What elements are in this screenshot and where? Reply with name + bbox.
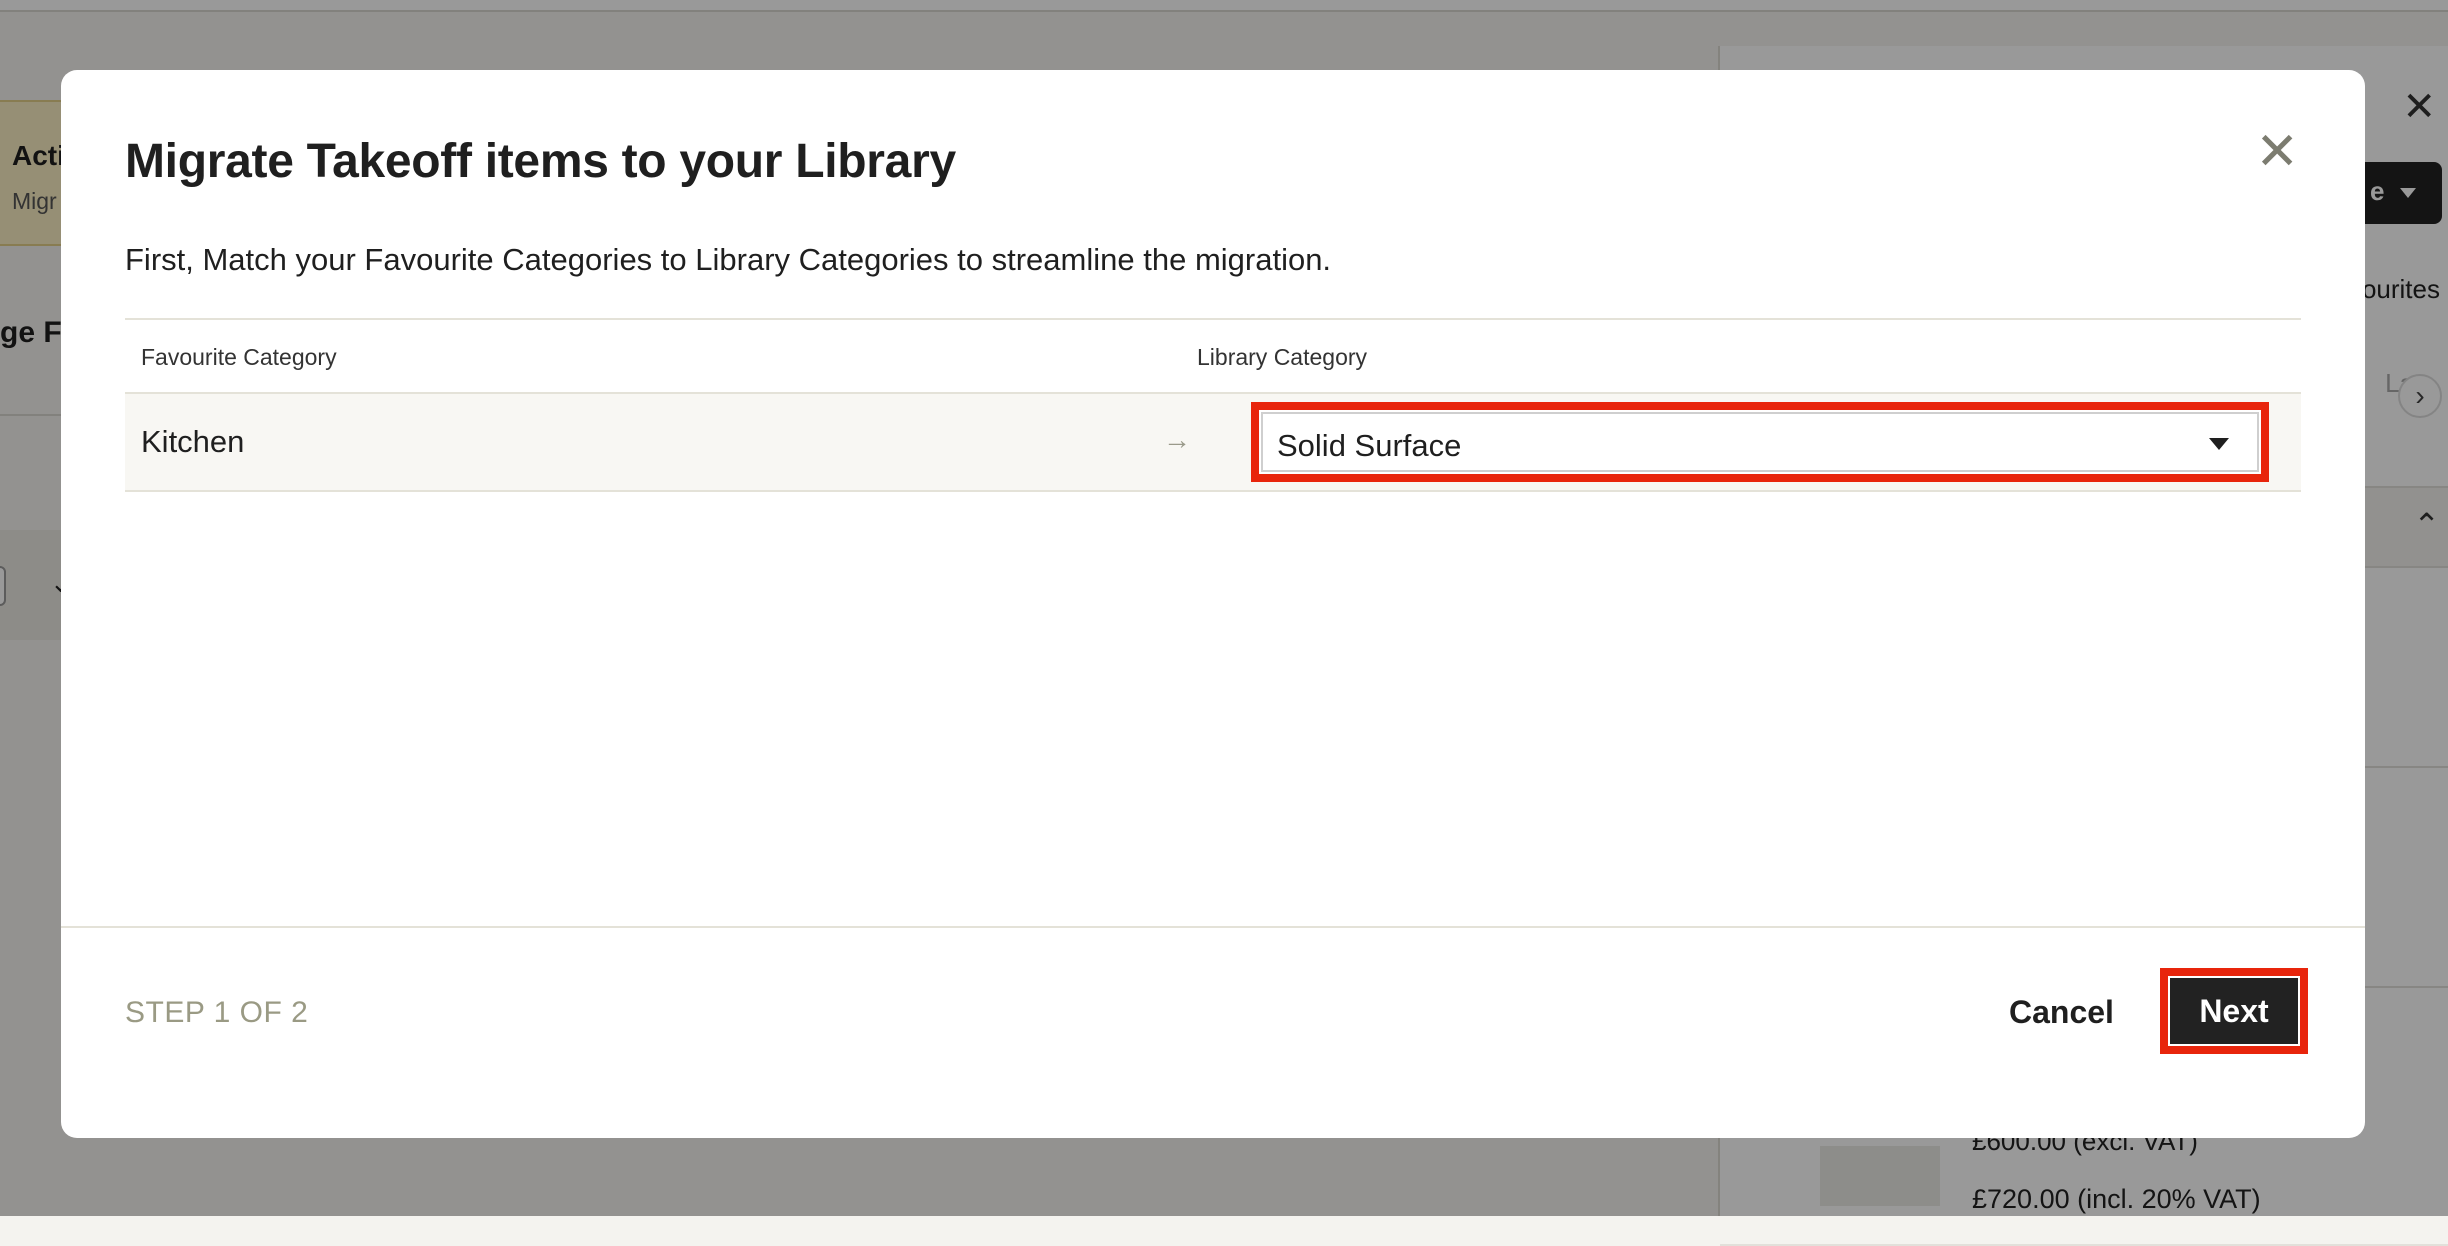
- caret-down-icon[interactable]: [2209, 438, 2229, 450]
- table-header: Favourite Category Library Category: [125, 318, 2301, 394]
- select-value: Solid Surface: [1277, 428, 1461, 464]
- column-header-favourite: Favourite Category: [141, 344, 337, 371]
- select-box[interactable]: Solid Surface: [1261, 412, 2259, 472]
- modal-footer: STEP 1 OF 2 Cancel Next: [61, 926, 2365, 1138]
- close-icon[interactable]: ✕: [2255, 126, 2299, 178]
- modal-title: Migrate Takeoff items to your Library: [125, 134, 956, 189]
- migrate-takeoff-modal: Migrate Takeoff items to your Library ✕ …: [61, 70, 2365, 1138]
- next-button-highlight: Next: [2160, 968, 2308, 1054]
- library-category-select[interactable]: Solid Surface: [1251, 402, 2269, 482]
- next-button[interactable]: Next: [2170, 978, 2298, 1044]
- arrow-right-icon: →: [1163, 424, 1191, 456]
- modal-description: First, Match your Favourite Categories t…: [125, 242, 1331, 278]
- cancel-button[interactable]: Cancel: [2009, 994, 2114, 1031]
- category-mapping-table: Favourite Category Library Category Kitc…: [125, 318, 2301, 492]
- column-header-library: Library Category: [1197, 344, 1367, 371]
- table-row: Kitchen → Solid Surface: [125, 394, 2301, 492]
- step-indicator: STEP 1 OF 2: [125, 996, 308, 1030]
- favourite-category-cell: Kitchen: [141, 424, 244, 460]
